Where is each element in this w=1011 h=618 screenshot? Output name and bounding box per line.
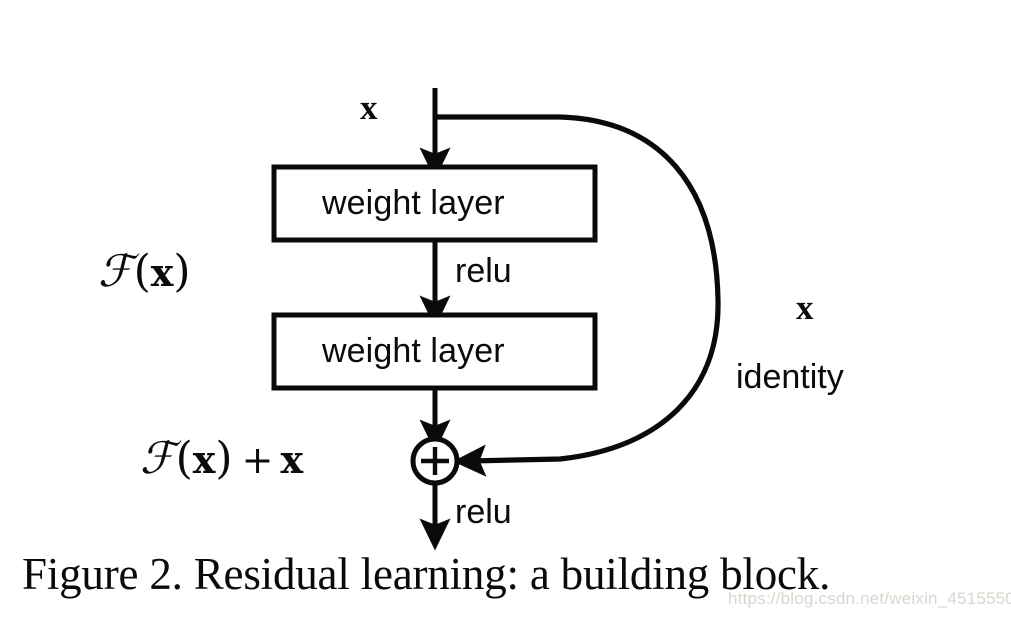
open-paren-glyph: ( <box>133 246 151 297</box>
output-expression-label: ℱ(x) + x <box>140 437 303 481</box>
script-f-glyph: ℱ <box>98 246 133 297</box>
weight-layer-label-1: weight layer <box>322 184 505 222</box>
plus-operator-glyph: + <box>241 438 274 482</box>
close-paren-glyph: ) <box>173 246 191 297</box>
figure-container: x weight layer relu weight layer relu ℱ(… <box>0 0 1011 618</box>
residual-function-label: ℱ(x) <box>98 250 191 294</box>
script-f-glyph-output: ℱ <box>140 433 175 484</box>
bold-x-glyph-output: x <box>192 437 216 482</box>
figure-caption: Figure 2. Residual learning: a building … <box>22 549 831 599</box>
relu-label-1: relu <box>455 252 512 290</box>
identity-label: identity <box>736 358 844 396</box>
open-paren-glyph-output: ( <box>175 433 193 484</box>
watermark-text: https://blog.csdn.net/weixin_45155505 <box>728 589 1011 608</box>
identity-x-label: x <box>796 288 814 327</box>
bold-x-addend-glyph: x <box>280 437 304 482</box>
close-paren-glyph-output: ) <box>215 433 233 484</box>
bold-x-glyph: x <box>150 250 174 295</box>
input-x-label: x <box>360 88 378 127</box>
relu-label-2: relu <box>455 493 512 531</box>
weight-layer-label-2: weight layer <box>322 332 505 370</box>
